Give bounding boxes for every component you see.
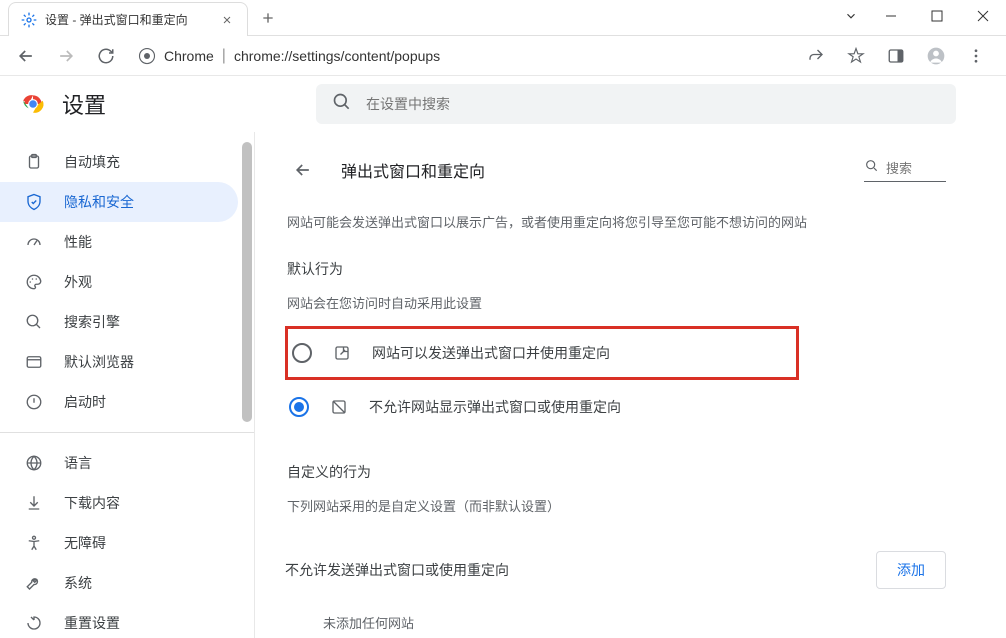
search-icon (332, 92, 352, 117)
sidebar-item-label: 默认浏览器 (64, 352, 134, 372)
sidebar-item-default-browser[interactable]: 默认浏览器 (0, 342, 238, 382)
radio-button[interactable] (292, 343, 312, 363)
sidebar-item-performance[interactable]: 性能 (0, 222, 238, 262)
inline-search[interactable] (864, 158, 946, 182)
clipboard-icon (24, 152, 44, 172)
sidebar-item-startup[interactable]: 启动时 (0, 382, 238, 422)
new-tab-button[interactable] (254, 4, 282, 32)
sidebar-item-label: 性能 (64, 232, 92, 252)
radio-label: 网站可以发送弹出式窗口并使用重定向 (372, 343, 610, 363)
shield-icon (24, 192, 44, 212)
url-bar[interactable]: Chrome | chrome://settings/content/popup… (128, 41, 796, 71)
default-behavior-sub: 网站会在您访问时自动采用此设置 (287, 293, 946, 312)
block-exception-label: 不允许发送弹出式窗口或使用重定向 (285, 560, 876, 580)
sidebar-item-downloads[interactable]: 下载内容 (0, 483, 238, 523)
divider (0, 432, 254, 433)
radio-group: 网站可以发送弹出式窗口并使用重定向 不允许网站显示弹出式窗口或使用重定向 (285, 326, 946, 434)
chrome-logo-icon (20, 91, 46, 117)
search-input[interactable] (366, 96, 940, 112)
sidebar-item-autofill[interactable]: 自动填充 (0, 142, 238, 182)
url-prefix: Chrome (164, 48, 214, 64)
tab-title: 设置 - 弹出式窗口和重定向 (45, 11, 211, 28)
page-header: 弹出式窗口和重定向 (285, 142, 946, 198)
minimize-button[interactable] (868, 0, 914, 32)
sidebar-item-accessibility[interactable]: 无障碍 (0, 523, 238, 563)
sidebar-item-label: 下载内容 (64, 493, 120, 513)
header-search[interactable] (316, 84, 956, 124)
sidebar: 自动填充 隐私和安全 性能 外观 搜索引擎 默认浏览器 启动时 语言 (0, 76, 255, 638)
radio-button-selected[interactable] (289, 397, 309, 417)
empty-list-text: 未添加任何网站 (323, 613, 946, 632)
radio-label: 不允许网站显示弹出式窗口或使用重定向 (369, 397, 621, 417)
browser-tab[interactable]: 设置 - 弹出式窗口和重定向 (8, 2, 248, 36)
url-path: chrome://settings/content/popups (234, 48, 440, 64)
radio-block-popups[interactable]: 不允许网站显示弹出式窗口或使用重定向 (285, 380, 946, 434)
chevron-down-icon[interactable] (834, 0, 868, 32)
wrench-icon (24, 573, 44, 593)
custom-behavior-label: 自定义的行为 (287, 462, 946, 482)
browser-icon (24, 352, 44, 372)
globe-icon (24, 453, 44, 473)
sidebar-item-label: 自动填充 (64, 152, 120, 172)
main-content: 弹出式窗口和重定向 网站可能会发送弹出式窗口以展示广告，或者使用重定向将您引导至… (255, 76, 1006, 638)
close-icon[interactable] (219, 12, 235, 28)
reset-icon (24, 613, 44, 633)
sidebar-item-privacy[interactable]: 隐私和安全 (0, 182, 238, 222)
scrollbar-thumb[interactable] (242, 142, 252, 422)
settings-header: 设置 (0, 76, 1006, 132)
side-panel-icon[interactable] (880, 40, 912, 72)
sidebar-item-language[interactable]: 语言 (0, 443, 238, 483)
maximize-button[interactable] (914, 0, 960, 32)
window-controls (868, 0, 1006, 32)
back-button[interactable] (8, 38, 44, 74)
radio-allow-popups[interactable]: 网站可以发送弹出式窗口并使用重定向 (285, 326, 799, 380)
popup-allow-icon (332, 343, 352, 363)
reload-button[interactable] (88, 38, 124, 74)
back-arrow-button[interactable] (285, 152, 321, 188)
bookmark-icon[interactable] (840, 40, 872, 72)
accessibility-icon (24, 533, 44, 553)
sidebar-item-system[interactable]: 系统 (0, 563, 238, 603)
gear-icon (21, 12, 37, 28)
inline-search-input[interactable] (886, 161, 946, 176)
sidebar-item-label: 隐私和安全 (64, 192, 134, 212)
sidebar-item-search-engine[interactable]: 搜索引擎 (0, 302, 238, 342)
gauge-icon (24, 232, 44, 252)
search-icon (24, 312, 44, 332)
popup-block-icon (329, 397, 349, 417)
sidebar-item-label: 搜索引擎 (64, 312, 120, 332)
download-icon (24, 493, 44, 513)
sidebar-item-reset[interactable]: 重置设置 (0, 603, 238, 638)
sidebar-item-label: 外观 (64, 272, 92, 292)
scrollbar[interactable] (240, 142, 254, 638)
palette-icon (24, 272, 44, 292)
menu-icon[interactable] (960, 40, 992, 72)
sidebar-item-appearance[interactable]: 外观 (0, 262, 238, 302)
window-titlebar: 设置 - 弹出式窗口和重定向 (0, 0, 1006, 36)
page-title: 弹出式窗口和重定向 (341, 158, 844, 182)
address-bar: Chrome | chrome://settings/content/popup… (0, 36, 1006, 76)
power-icon (24, 392, 44, 412)
sidebar-item-label: 无障碍 (64, 533, 106, 553)
page-description: 网站可能会发送弹出式窗口以展示广告，或者使用重定向将您引导至您可能不想访问的网站 (287, 212, 946, 231)
add-button[interactable]: 添加 (876, 551, 946, 589)
chrome-icon (138, 47, 156, 65)
sidebar-item-label: 系统 (64, 573, 92, 593)
search-icon (864, 158, 880, 179)
block-exception-row: 不允许发送弹出式窗口或使用重定向 添加 (285, 551, 946, 589)
close-window-button[interactable] (960, 0, 1006, 32)
share-icon[interactable] (800, 40, 832, 72)
sidebar-item-label: 重置设置 (64, 613, 120, 633)
forward-button[interactable] (48, 38, 84, 74)
profile-icon[interactable] (920, 40, 952, 72)
default-behavior-label: 默认行为 (287, 259, 946, 279)
settings-title: 设置 (62, 88, 106, 120)
sidebar-item-label: 语言 (64, 453, 92, 473)
sidebar-item-label: 启动时 (64, 392, 106, 412)
custom-behavior-sub: 下列网站采用的是自定义设置（而非默认设置） (287, 496, 946, 515)
